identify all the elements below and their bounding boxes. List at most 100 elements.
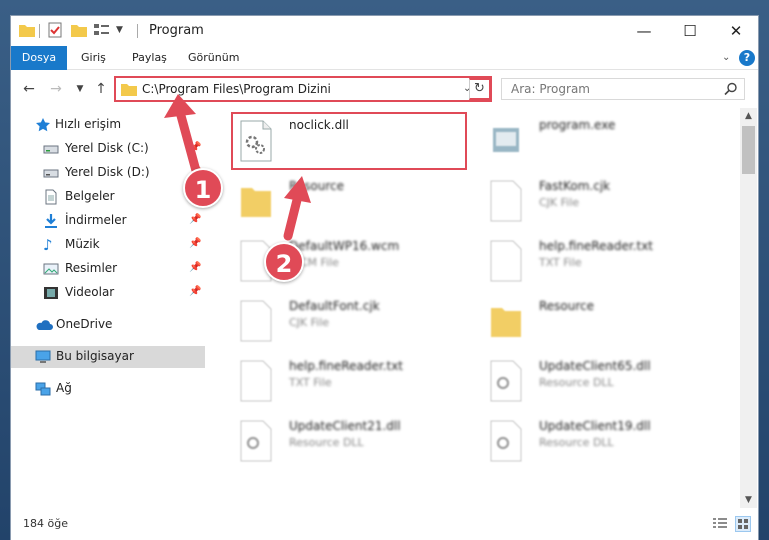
address-row: ← → ▼ ↑ C:\Program Files\Program Dizini … [11, 71, 758, 107]
file-name: Resource [289, 179, 345, 193]
view-options-icon[interactable] [94, 23, 114, 37]
tab-view[interactable]: Görünüm [178, 46, 249, 70]
highlight-box [231, 112, 467, 170]
sidebar-item-onedrive[interactable]: OneDrive [11, 314, 205, 336]
file-type: CJK File [289, 316, 330, 329]
file-type: Resource DLL [539, 376, 614, 389]
title-bar: ▼ Program — ☐ ✕ [11, 16, 758, 46]
sidebar-item-label: Ağ [56, 381, 72, 395]
music-icon: ♪ [43, 236, 53, 254]
sidebar-item-local-disk-d[interactable]: Yerel Disk (D:) 📌 [11, 162, 205, 184]
folder-icon [121, 83, 137, 96]
scroll-down-icon[interactable]: ▼ [740, 492, 757, 508]
search-icon[interactable] [724, 82, 738, 96]
sidebar-item-network[interactable]: Ağ [11, 378, 205, 400]
file-item-updateclient19[interactable]: UpdateClient19.dll Resource DLL [481, 412, 721, 470]
pictures-icon [43, 261, 59, 277]
sidebar-item-videos[interactable]: Videolar 📌 [11, 282, 205, 304]
sidebar-item-label: Yerel Disk (C:) [65, 141, 149, 155]
file-item-resource-folder[interactable]: Resource [231, 172, 471, 230]
sidebar-item-label: İndirmeler [65, 213, 127, 227]
file-item-updateclient65[interactable]: UpdateClient65.dll Resource DLL [481, 352, 721, 410]
minimize-button[interactable]: — [621, 16, 667, 46]
sidebar-item-quick-access[interactable]: Hızlı erişim [11, 114, 205, 136]
large-icons-view-icon[interactable] [735, 516, 751, 532]
pin-icon[interactable]: 📌 [189, 286, 201, 297]
sidebar-item-music[interactable]: ♪ Müzik 📌 [11, 234, 205, 256]
chevron-down-icon[interactable]: ▼ [116, 25, 123, 35]
forward-button[interactable]: → [46, 80, 66, 98]
pin-icon[interactable]: 📌 [189, 142, 201, 153]
file-name: help.fineReader.txt [539, 239, 653, 253]
refresh-button[interactable]: ↻ [469, 78, 491, 100]
tab-home[interactable]: Giriş [71, 46, 116, 70]
item-count: 184 öğe [23, 517, 68, 530]
folder-icon [489, 300, 523, 342]
help-button[interactable]: ? [739, 50, 755, 66]
dll-icon [489, 360, 523, 402]
file-item-resource-folder-2[interactable]: Resource [481, 292, 721, 350]
step-2-badge: 2 [264, 242, 304, 282]
sidebar-item-downloads[interactable]: İndirmeler 📌 [11, 210, 205, 232]
new-folder-icon[interactable] [71, 23, 87, 37]
file-item-updateclient21[interactable]: UpdateClient21.dll Resource DLL [231, 412, 471, 470]
step-1-badge: 1 [183, 168, 223, 208]
exe-icon [489, 120, 523, 162]
vertical-scrollbar[interactable]: ▲ ▼ [740, 108, 757, 508]
file-item-program-exe[interactable]: program.exe [481, 112, 721, 170]
sidebar-item-label: Videolar [65, 285, 115, 299]
maximize-button[interactable]: ☐ [667, 16, 713, 46]
recent-locations-button[interactable]: ▼ [70, 80, 90, 98]
pin-icon[interactable]: 📌 [189, 262, 201, 273]
file-item-defaultfont[interactable]: DefaultFont.cjk CJK File [231, 292, 471, 350]
computer-icon [35, 349, 51, 365]
file-icon [239, 300, 273, 342]
file-name: program.exe [539, 118, 616, 132]
sidebar-item-this-pc[interactable]: Bu bilgisayar [11, 346, 205, 368]
file-type: TXT File [539, 256, 582, 269]
file-item-fastkom[interactable]: FastKom.cjk CJK File [481, 172, 721, 230]
search-box[interactable]: Ara: Program [501, 78, 745, 100]
sidebar-item-label: Belgeler [65, 189, 115, 203]
star-icon [35, 117, 51, 133]
file-name: UpdateClient19.dll [539, 419, 651, 433]
file-icon [489, 180, 523, 222]
sidebar-item-label: Resimler [65, 261, 118, 275]
separator [137, 24, 138, 38]
scrollbar-thumb[interactable] [742, 126, 755, 174]
folder-small-icon [19, 23, 35, 37]
scroll-up-icon[interactable]: ▲ [740, 108, 757, 124]
search-input[interactable]: Ara: Program [511, 82, 590, 96]
sidebar-item-pictures[interactable]: Resimler 📌 [11, 258, 205, 280]
pin-icon[interactable]: 📌 [189, 238, 201, 249]
document-icon [43, 189, 59, 205]
dll-icon [489, 420, 523, 462]
window-title: Program [149, 23, 204, 38]
file-item-help-txt-2[interactable]: help.fineReader.txt TXT File [231, 352, 471, 410]
address-bar[interactable]: C:\Program Files\Program Dizini ⌄ [114, 76, 492, 102]
tab-share[interactable]: Paylaş [122, 46, 177, 70]
close-button[interactable]: ✕ [713, 16, 759, 46]
navigation-pane: Hızlı erişim Yerel Disk (C:) 📌 Yerel Dis… [11, 108, 205, 488]
details-view-icon[interactable] [713, 518, 727, 530]
pin-icon[interactable]: 📌 [189, 214, 201, 225]
properties-icon[interactable] [47, 22, 63, 38]
file-type: CJK File [539, 196, 580, 209]
file-item-help-txt[interactable]: help.fineReader.txt TXT File [481, 232, 721, 290]
address-path[interactable]: C:\Program Files\Program Dizini [142, 82, 331, 96]
file-type: TXT File [289, 376, 332, 389]
sidebar-item-label: Müzik [65, 237, 100, 251]
file-name: UpdateClient65.dll [539, 359, 651, 373]
file-type: Resource DLL [539, 436, 614, 449]
network-icon [35, 381, 51, 397]
file-icon [489, 240, 523, 282]
tab-file[interactable]: Dosya [11, 46, 67, 70]
sidebar-item-label: OneDrive [56, 317, 113, 331]
sidebar-item-documents[interactable]: Belgeler 📌 [11, 186, 205, 208]
chevron-down-icon[interactable]: ⌄ [722, 52, 730, 63]
drive-icon [43, 165, 59, 181]
up-button[interactable]: ↑ [91, 80, 111, 98]
back-button[interactable]: ← [19, 80, 39, 98]
sidebar-item-label: Bu bilgisayar [56, 349, 134, 363]
sidebar-item-local-disk-c[interactable]: Yerel Disk (C:) 📌 [11, 138, 205, 160]
